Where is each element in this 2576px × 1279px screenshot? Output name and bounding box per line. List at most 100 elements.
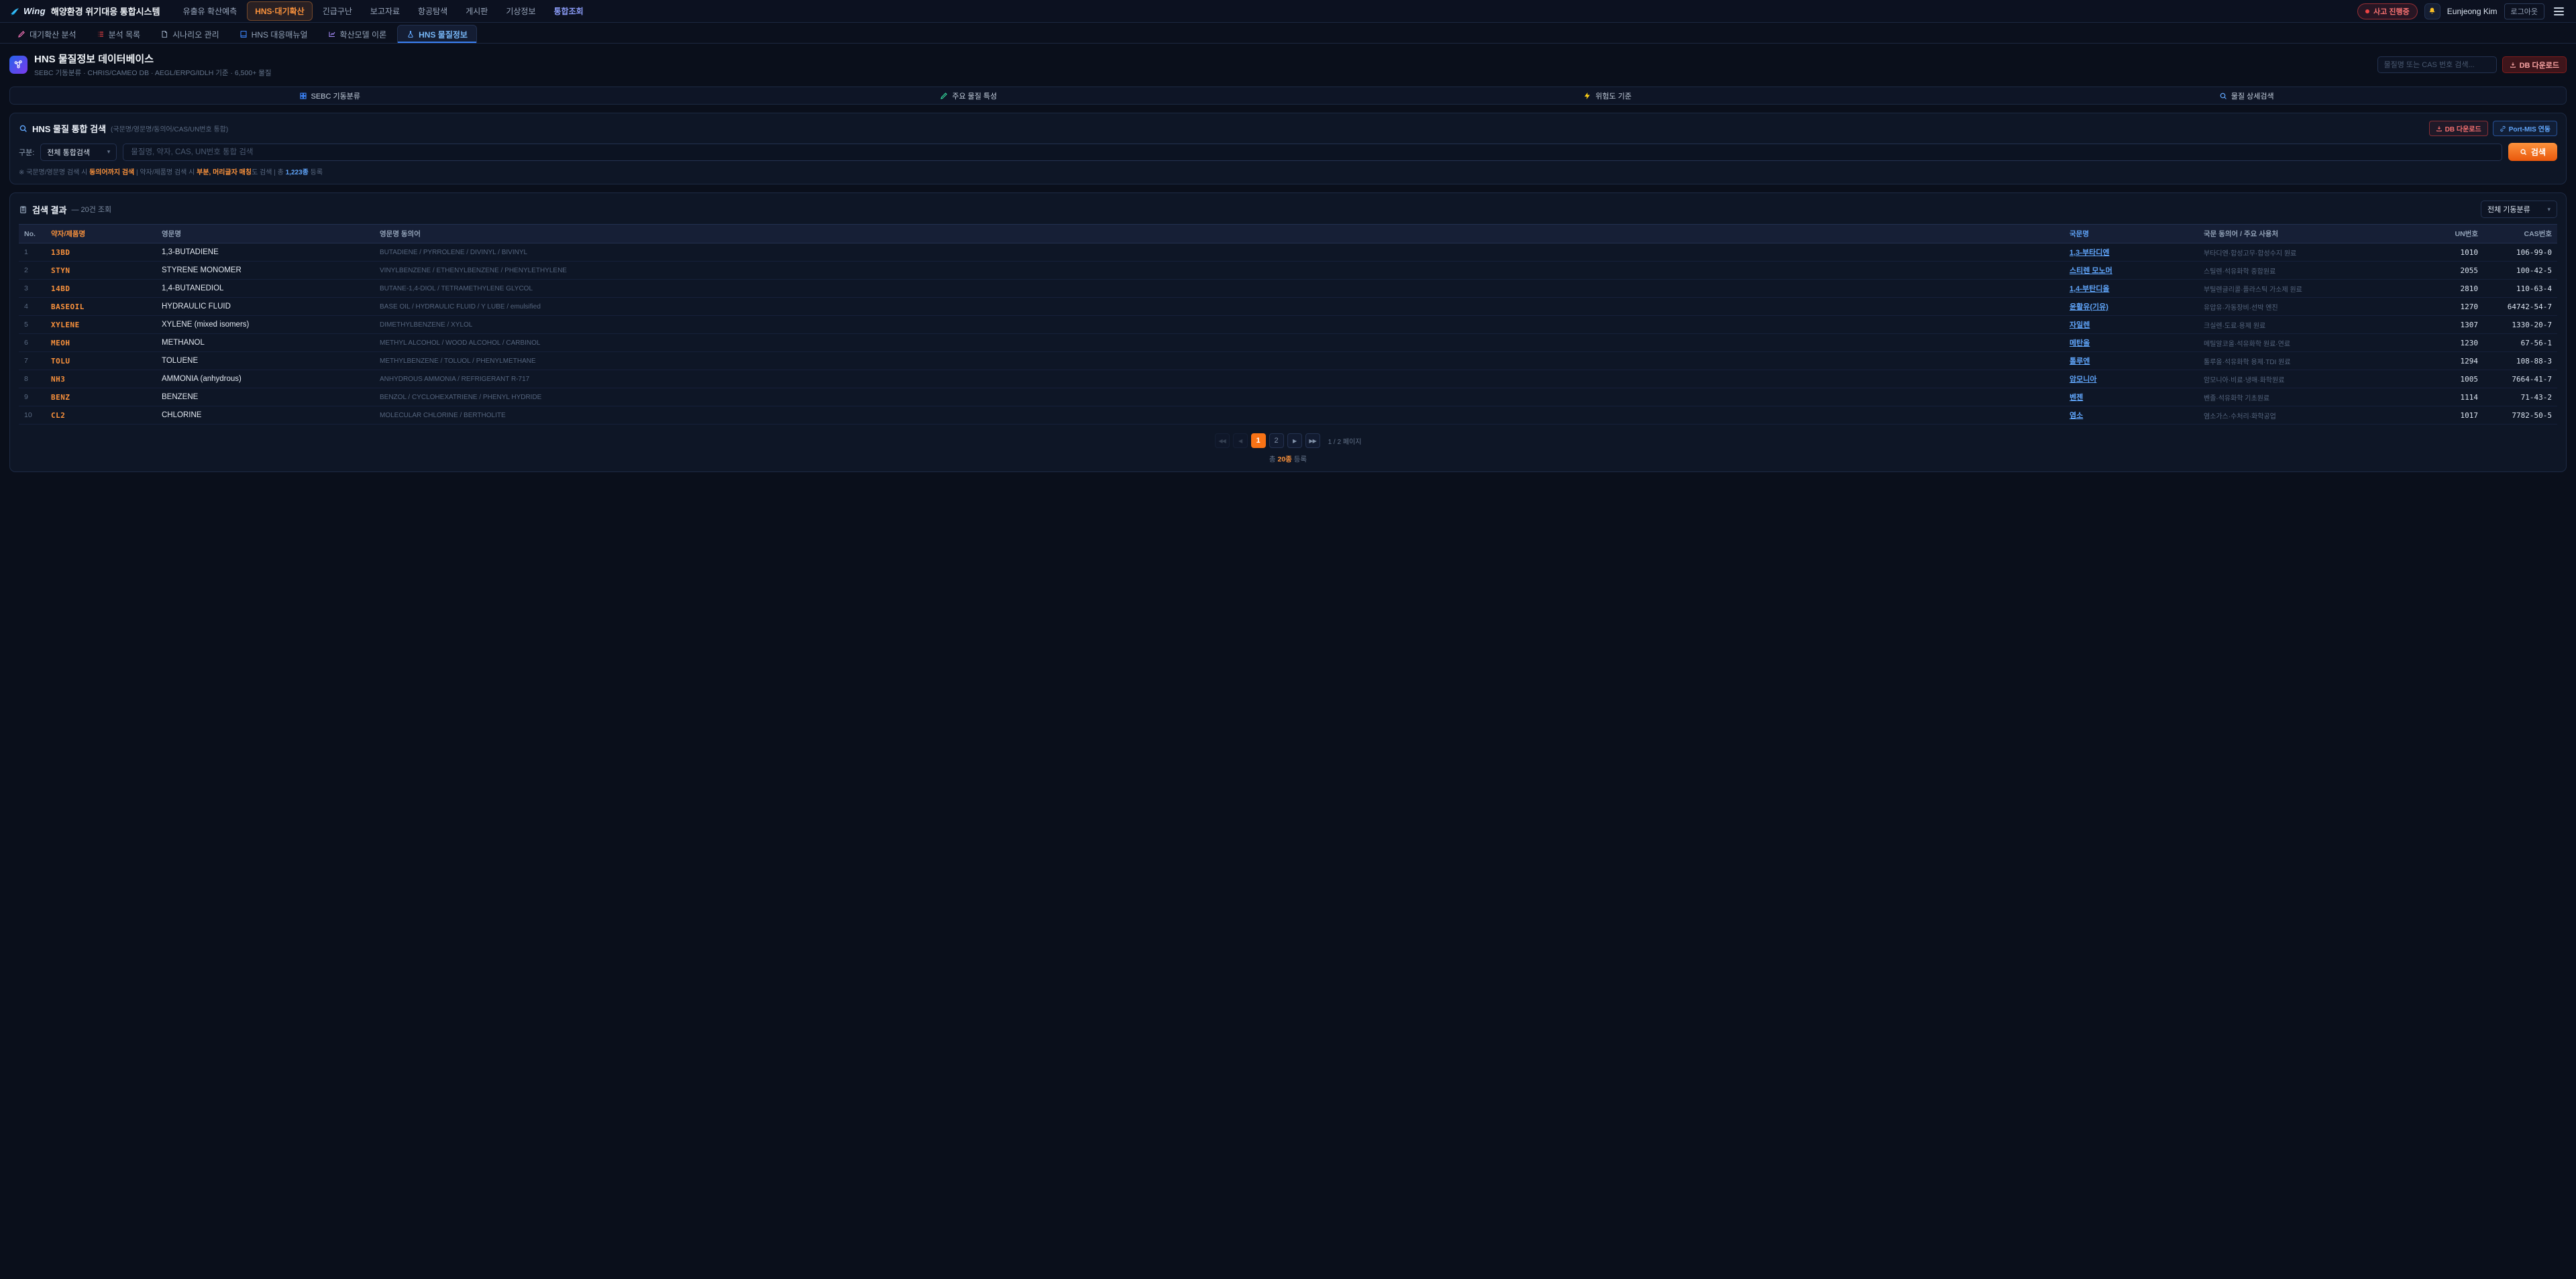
cell-no: 5 — [19, 316, 46, 334]
table-row[interactable]: 8 NH3 AMMONIA (anhydrous) ANHYDROUS AMMO… — [19, 370, 2557, 388]
tab-analysis-list[interactable]: 분석 목록 — [87, 25, 150, 43]
cell-korean-name: 자일렌 — [2064, 316, 2198, 334]
incident-in-progress-badge[interactable]: 사고 진행중 — [2357, 3, 2418, 19]
table-row[interactable]: 3 14BD 1,4-BUTANEDIOL BUTANE-1,4-DIOL / … — [19, 280, 2557, 298]
notifications-button[interactable] — [2424, 3, 2440, 19]
column-header-english-synonyms[interactable]: 영문명 동의어 — [374, 225, 2064, 243]
table-row[interactable]: 1 13BD 1,3-BUTADIENE BUTADIENE / PYRROLE… — [19, 243, 2557, 262]
cell-korean-synonyms: 크실렌·도료·용제 원료 — [2198, 316, 2426, 334]
korean-name-link[interactable]: 암모니아 — [2070, 376, 2096, 384]
portmis-link-button[interactable]: Port-MIS 연동 — [2493, 121, 2557, 136]
classification-filter-select[interactable]: 전체 기동분류 ▾ — [2481, 201, 2557, 218]
tab-hns-response-manual[interactable]: HNS 대응매뉴얼 — [230, 25, 317, 43]
korean-name-link[interactable]: 벤젠 — [2070, 394, 2083, 402]
cell-cas-number: 110-63-4 — [2483, 280, 2557, 298]
cell-english-synonyms: BUTADIENE / PYRROLENE / DIVINYL / BIVINY… — [374, 243, 2064, 262]
tab-label: 분석 목록 — [109, 29, 141, 40]
page-button-1[interactable]: 1 — [1251, 433, 1266, 448]
korean-name-link[interactable]: 윤활유(기유) — [2070, 303, 2108, 311]
korean-name-link[interactable]: 톨루엔 — [2070, 357, 2090, 366]
table-header-row: No. 약자/제품명 영문명 영문명 동의어 국문명 국문 동의어 / 주요 사… — [19, 225, 2557, 243]
tab-label: HNS 물질정보 — [419, 29, 468, 40]
flask-icon — [407, 30, 415, 38]
unified-search-input[interactable] — [123, 144, 2502, 161]
nav-item-emergency-rescue[interactable]: 긴급구난 — [315, 1, 360, 21]
column-header-english-name[interactable]: 영문명 — [156, 225, 374, 243]
table-row[interactable]: 9 BENZ BENZENE BENZOL / CYCLOHEXATRIENE … — [19, 388, 2557, 406]
feature-risk-criteria[interactable]: 위험도 기준 — [1288, 87, 1927, 104]
column-header-korean-name[interactable]: 국문명 — [2064, 225, 2198, 243]
cell-korean-name: 염소 — [2064, 406, 2198, 425]
korean-name-link[interactable]: 스티렌 모노머 — [2070, 267, 2112, 275]
cell-no: 7 — [19, 352, 46, 370]
cell-korean-synonyms: 메틸알코올·석유화학 원료·연료 — [2198, 334, 2426, 352]
cell-korean-name: 스티렌 모노머 — [2064, 262, 2198, 280]
korean-name-link[interactable]: 1,3-부타디엔 — [2070, 249, 2109, 257]
wing-logo-icon — [9, 6, 20, 17]
tab-hns-substance-info[interactable]: HNS 물질정보 — [397, 25, 477, 43]
previous-page-button[interactable]: ◀ — [1233, 433, 1248, 448]
cell-un-number: 1005 — [2426, 370, 2483, 388]
column-header-korean-synonyms[interactable]: 국문 동의어 / 주요 사용처 — [2198, 225, 2426, 243]
cell-korean-name: 윤활유(기유) — [2064, 298, 2198, 316]
table-row[interactable]: 4 BASEOIL HYDRAULIC FLUID BASE OIL / HYD… — [19, 298, 2557, 316]
db-download-button[interactable]: DB 다운로드 — [2502, 56, 2567, 73]
cell-english-name: BENZENE — [156, 388, 374, 406]
feature-label: SEBC 기동분류 — [311, 91, 361, 101]
nav-item-oil-spill-prediction[interactable]: 유출유 확산예측 — [175, 1, 246, 21]
column-header-cas-number[interactable]: CAS번호 — [2483, 225, 2557, 243]
page-button-2[interactable]: 2 — [1269, 433, 1284, 448]
nav-item-weather-info[interactable]: 기상정보 — [498, 1, 543, 21]
nav-item-integrated-lookup[interactable]: 통합조회 — [546, 1, 592, 21]
column-header-abbr[interactable]: 약자/제품명 — [46, 225, 156, 243]
db-download-mini-button[interactable]: DB 다운로드 — [2429, 121, 2488, 136]
help-registered-count: 1,223종 — [286, 169, 309, 176]
tab-scenario-management[interactable]: 시나리오 관리 — [151, 25, 229, 43]
korean-name-link[interactable]: 염소 — [2070, 412, 2083, 420]
nav-item-board[interactable]: 게시판 — [458, 1, 496, 21]
search-icon — [19, 124, 28, 133]
search-category-select[interactable]: 전체 통합검색 ▾ — [40, 144, 117, 161]
tab-diffusion-model-theory[interactable]: 확산모델 이론 — [319, 25, 396, 43]
nav-item-aerial-search[interactable]: 항공탐색 — [410, 1, 455, 21]
table-row[interactable]: 7 TOLU TOLUENE METHYLBENZENE / TOLUOL / … — [19, 352, 2557, 370]
table-row[interactable]: 10 CL2 CHLORINE MOLECULAR CHLORINE / BER… — [19, 406, 2557, 425]
app-logo: Wing — [9, 6, 46, 17]
search-submit-button[interactable]: 검색 — [2508, 143, 2557, 161]
cell-un-number: 1307 — [2426, 316, 2483, 334]
feature-substance-detail-search[interactable]: 물질 상세검색 — [1927, 87, 2567, 104]
hamburger-menu-icon[interactable] — [2551, 5, 2567, 18]
last-page-button[interactable]: ▶▶ — [1305, 433, 1320, 448]
results-actions: 전체 기동분류 ▾ — [2481, 201, 2557, 218]
cell-un-number: 2055 — [2426, 262, 2483, 280]
first-page-button[interactable]: ◀◀ — [1215, 433, 1230, 448]
column-header-no[interactable]: No. — [19, 225, 46, 243]
nav-item-reports[interactable]: 보고자료 — [362, 1, 408, 21]
next-page-button[interactable]: ▶ — [1287, 433, 1302, 448]
cell-abbr: BENZ — [46, 388, 156, 406]
table-row[interactable]: 2 STYN STYRENE MONOMER VINYLBENZENE / ET… — [19, 262, 2557, 280]
search-icon — [2219, 92, 2227, 100]
tab-label: 시나리오 관리 — [172, 29, 219, 40]
cell-cas-number: 100-42-5 — [2483, 262, 2557, 280]
table-row[interactable]: 6 MEOH METHANOL METHYL ALCOHOL / WOOD AL… — [19, 334, 2557, 352]
chart-icon — [328, 30, 336, 38]
feature-sebc-classification[interactable]: SEBC 기동분류 — [10, 87, 649, 104]
korean-name-link[interactable]: 1,4-부탄디올 — [2070, 285, 2109, 293]
logout-button[interactable]: 로그아웃 — [2504, 3, 2544, 19]
db-download-label: DB 다운로드 — [2520, 60, 2559, 70]
table-row[interactable]: 5 XYLENE XYLENE (mixed isomers) DIMETHYL… — [19, 316, 2557, 334]
feature-substance-properties[interactable]: 주요 물질 특성 — [649, 87, 1289, 104]
feature-label: 물질 상세검색 — [2231, 91, 2274, 101]
cell-cas-number: 1330-20-7 — [2483, 316, 2557, 334]
column-header-un-number[interactable]: UN번호 — [2426, 225, 2483, 243]
korean-name-link[interactable]: 자일렌 — [2070, 321, 2090, 329]
cell-abbr: MEOH — [46, 334, 156, 352]
korean-name-link[interactable]: 메탄올 — [2070, 339, 2090, 347]
cell-korean-name: 벤젠 — [2064, 388, 2198, 406]
quick-search-input[interactable] — [2377, 56, 2497, 73]
tab-air-diffusion-analysis[interactable]: 대기확산 분석 — [8, 25, 86, 43]
cell-korean-synonyms: 톨루올·석유화학 용제·TDI 원료 — [2198, 352, 2426, 370]
nav-item-hns-air-diffusion[interactable]: HNS·대기확산 — [247, 1, 313, 21]
navbar-right: 사고 진행중 Eunjeong Kim 로그아웃 — [2357, 3, 2567, 19]
